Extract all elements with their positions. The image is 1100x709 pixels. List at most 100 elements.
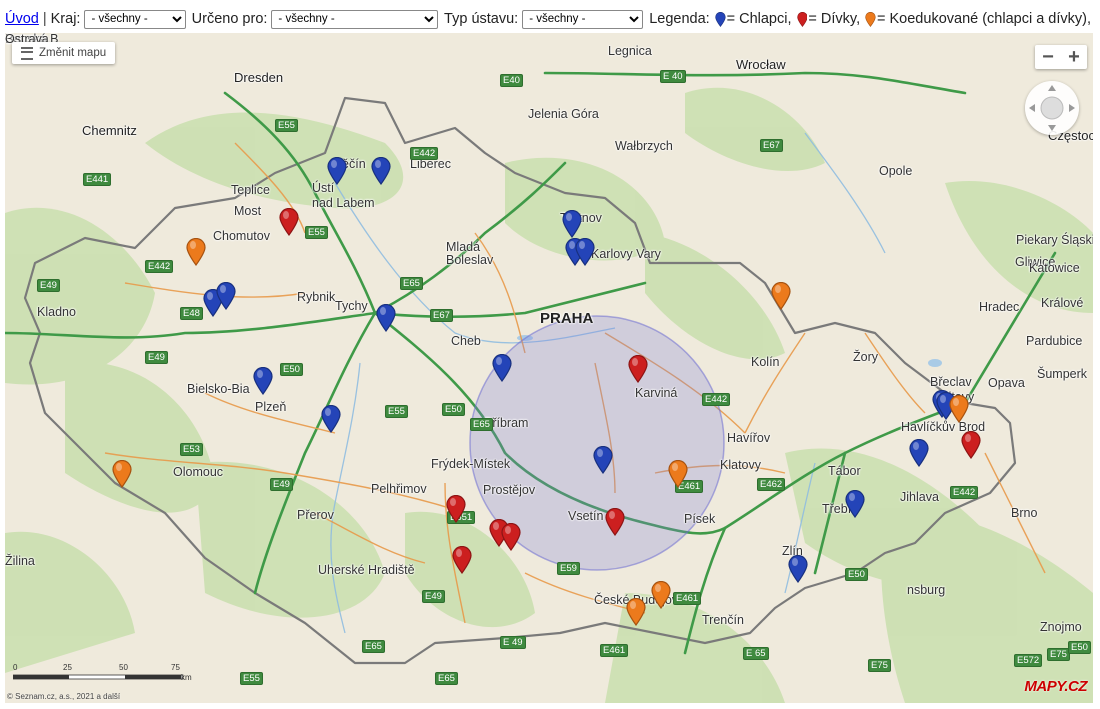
typ-label: Typ ústavu: — [444, 11, 519, 27]
kraj-select[interactable]: - všechny - — [84, 9, 186, 29]
place-label: Opava — [988, 376, 1025, 390]
road-shield: E 40 — [660, 70, 686, 83]
place-label: Tábor — [828, 464, 861, 478]
zoom-out-button[interactable]: − — [1035, 45, 1061, 69]
place-label: Opole — [879, 164, 913, 178]
road-shield: E40 — [500, 74, 523, 87]
place-label: Frýdek-Místek — [431, 457, 511, 471]
boys-school-marker[interactable] — [321, 405, 341, 433]
boys-school-marker[interactable] — [376, 304, 396, 332]
road-shield: E49 — [270, 478, 293, 491]
road-shield: E50 — [280, 363, 303, 376]
road-shield: E75 — [868, 659, 891, 672]
road-shield: E65 — [470, 418, 493, 431]
road-shield: E49 — [37, 279, 60, 292]
coed-school-marker[interactable] — [771, 282, 791, 310]
road-shield: E48 — [180, 307, 203, 320]
kraj-label: Kraj: — [50, 11, 81, 27]
copyright-text: © Seznam.cz, a.s., 2021 a další — [7, 692, 121, 701]
pan-compass-icon — [1029, 85, 1075, 131]
boys-school-marker[interactable] — [593, 446, 613, 474]
boys-school-marker[interactable] — [845, 490, 865, 518]
girls-school-marker[interactable] — [501, 523, 521, 551]
coed-school-marker[interactable] — [651, 581, 671, 609]
place-label: Hradec — [979, 300, 1020, 314]
boys-school-marker[interactable] — [327, 157, 347, 185]
road-shield: E441 — [83, 173, 112, 186]
compass-control[interactable] — [1025, 81, 1079, 135]
boys-school-marker[interactable] — [253, 367, 273, 395]
legend-boys-text: = Chlapci, — [726, 11, 792, 27]
girls-school-marker[interactable] — [446, 495, 466, 523]
map-viewport[interactable]: LegnicaWrocławCzęstochDresdenChemnitzJel… — [5, 33, 1093, 703]
coed-school-marker[interactable] — [626, 598, 646, 626]
coed-school-marker[interactable] — [668, 460, 688, 488]
place-label: nad Labem — [312, 196, 375, 210]
girls-school-marker[interactable] — [279, 208, 299, 236]
place-label: Znojmo — [1040, 620, 1082, 634]
scale-tick-75: 75 — [171, 663, 180, 672]
place-label: Kolín — [751, 355, 780, 369]
boys-school-marker[interactable] — [371, 157, 391, 185]
legend-girls-text: = Dívky, — [808, 11, 861, 27]
scale-tick-50: 50 — [119, 663, 128, 672]
boys-school-marker[interactable] — [788, 555, 808, 583]
place-label: Žilina — [5, 554, 35, 568]
place-label: Cheb — [451, 334, 481, 348]
place-label: Bielsko-Bia — [187, 382, 250, 396]
place-label: Uherské Hradiště — [318, 563, 415, 577]
coed-school-marker[interactable] — [949, 395, 969, 423]
typ-select[interactable]: - všechny - — [522, 9, 644, 29]
girls-school-marker[interactable] — [628, 355, 648, 383]
coed-school-marker[interactable] — [186, 238, 206, 266]
boys-school-marker[interactable] — [575, 238, 595, 266]
boys-school-marker[interactable] — [562, 210, 582, 238]
place-label: Piekary Śląskie — [1016, 233, 1093, 247]
road-shield: E572 — [1014, 654, 1043, 667]
place-label: Teplice — [231, 183, 270, 197]
place-label: Dresden — [234, 70, 284, 85]
place-label: Žory — [853, 350, 878, 364]
road-shield: E461 — [600, 644, 629, 657]
place-label: Karlovy Vary — [591, 247, 661, 261]
road-shield: E49 — [145, 351, 168, 364]
legend-label: Legenda: — [649, 11, 710, 27]
boys-school-marker[interactable] — [492, 354, 512, 382]
boys-school-marker[interactable] — [216, 282, 236, 310]
zoom-in-button[interactable]: + — [1061, 45, 1087, 69]
place-label: nsburg — [907, 583, 946, 597]
mapy-cz-logo[interactable]: MAPY.CZ — [1024, 678, 1087, 695]
boys-school-marker[interactable] — [909, 439, 929, 467]
girls-school-marker[interactable] — [961, 431, 981, 459]
place-label: Katowice — [1029, 261, 1080, 275]
road-shield: E55 — [240, 672, 263, 685]
scale-tick-25: 25 — [63, 663, 72, 672]
place-label: Wrocław — [736, 57, 786, 72]
place-label: Legnica — [608, 44, 652, 58]
home-link[interactable]: Úvod — [5, 11, 39, 27]
zoom-controls: − + — [1035, 45, 1087, 69]
road-shield: E 65 — [743, 647, 769, 660]
scale-tick-0: 0 — [13, 663, 18, 672]
place-label: Kladno — [37, 305, 76, 319]
place-label: Pelhřimov — [371, 482, 427, 496]
layers-icon — [21, 46, 33, 60]
road-shield: E67 — [430, 309, 453, 322]
change-map-button[interactable]: Změnit mapu — [12, 42, 116, 64]
place-label: Klatovy — [720, 458, 761, 472]
road-shield: E55 — [385, 405, 408, 418]
place-label: Plzeň — [255, 400, 287, 414]
place-label: Vsetín — [568, 509, 604, 523]
place-label: Písek — [684, 512, 716, 526]
girls-school-marker[interactable] — [452, 546, 472, 574]
coed-school-marker[interactable] — [112, 460, 132, 488]
place-label: Šumperk — [1037, 367, 1088, 381]
change-map-label: Změnit mapu — [39, 47, 107, 59]
boys-pin-icon — [715, 11, 726, 27]
coed-pin-icon — [865, 11, 876, 27]
place-label: Jelenia Góra — [528, 107, 599, 121]
road-shield: E67 — [760, 139, 783, 152]
girls-school-marker[interactable] — [605, 508, 625, 536]
urceno-select[interactable]: - všechny - — [271, 9, 439, 29]
place-label: Olomouc — [173, 465, 224, 479]
